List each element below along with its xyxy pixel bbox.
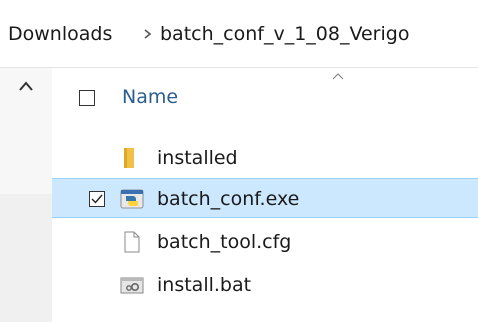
chevron-right-icon[interactable] [142, 22, 154, 46]
list-item-batch-conf-exe[interactable]: batch_conf.exe [52, 178, 478, 218]
file-explorer-window: Downloads batch_conf_v_1_08_Verigo Name … [0, 0, 478, 322]
column-header-row: Name [52, 68, 478, 126]
breadcrumb-item-current-folder[interactable]: batch_conf_v_1_08_Verigo [160, 22, 409, 46]
navigation-pane [0, 68, 52, 322]
file-name: batch_tool.cfg [157, 231, 292, 253]
checkmark-icon [91, 194, 103, 204]
sort-ascending-icon [332, 73, 344, 80]
row-checkbox[interactable] [89, 191, 105, 207]
list-item-batch-tool-cfg[interactable]: batch_tool.cfg [52, 222, 478, 262]
file-name: install.bat [157, 274, 252, 296]
file-icon [124, 231, 140, 253]
select-all-checkbox[interactable] [79, 90, 95, 106]
column-header-name[interactable]: Name [122, 86, 178, 108]
batch-file-icon [120, 277, 144, 294]
breadcrumb-item-downloads[interactable]: Downloads [8, 22, 112, 46]
scroll-up-icon[interactable] [19, 80, 33, 92]
list-item-installed[interactable]: installed [52, 138, 478, 178]
list-item-install-bat[interactable]: install.bat [52, 265, 478, 305]
file-name: installed [157, 147, 238, 169]
nav-pane-top [0, 68, 52, 194]
breadcrumb: Downloads batch_conf_v_1_08_Verigo [0, 0, 478, 68]
folder-icon [124, 148, 134, 168]
python-exe-icon [120, 189, 144, 209]
file-name: batch_conf.exe [157, 188, 300, 210]
